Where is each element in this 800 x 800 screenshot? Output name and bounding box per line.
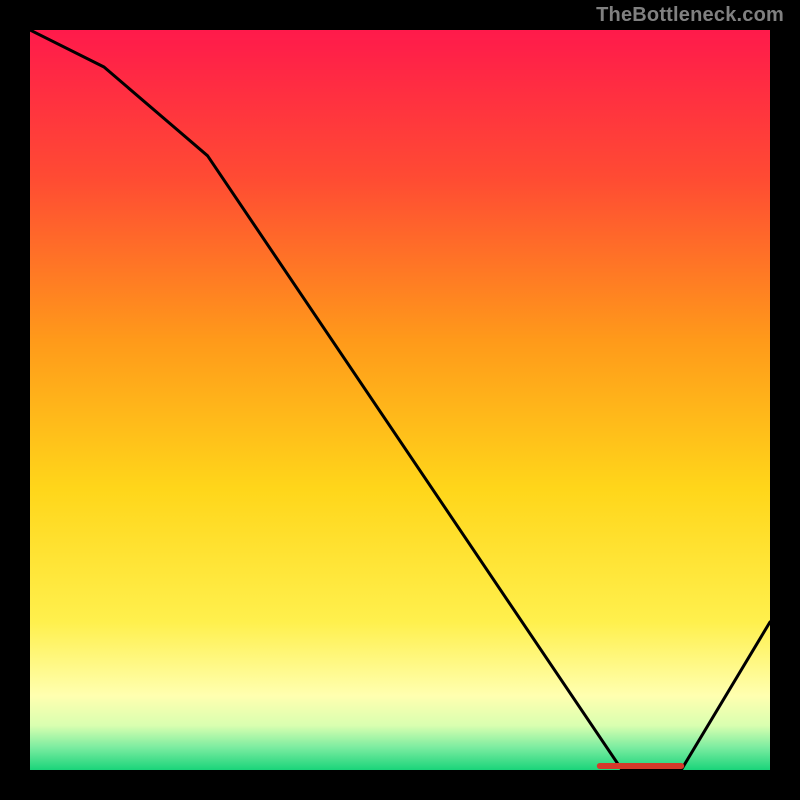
plot-area <box>30 30 770 770</box>
attribution-label: TheBottleneck.com <box>596 4 784 27</box>
chart-svg <box>30 30 770 770</box>
gradient-background <box>30 30 770 770</box>
chart-frame: TheBottleneck.com <box>0 0 800 800</box>
